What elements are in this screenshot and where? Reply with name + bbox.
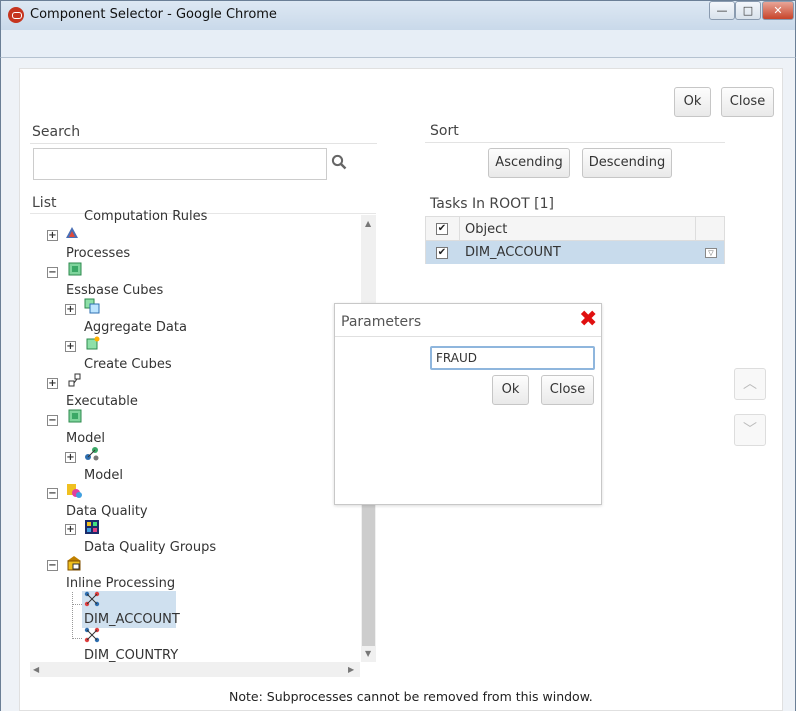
tree-item-essbase-cubes[interactable]: Essbase Cubes — [66, 283, 163, 298]
tree-item-dim-account[interactable]: DIM_ACCOUNT — [84, 612, 180, 627]
tree-item-create-cubes[interactable]: Create Cubes — [84, 357, 172, 372]
collapse-icon[interactable]: − — [47, 267, 58, 278]
scroll-down-arrow[interactable]: ▼ — [365, 649, 371, 658]
executable-icon — [68, 373, 82, 387]
inline-processing-icon — [66, 555, 81, 571]
move-down-button[interactable]: ﹀ — [734, 414, 766, 446]
expand-icon[interactable]: + — [65, 341, 76, 352]
address-bar — [0, 30, 796, 58]
tree-item-model[interactable]: Model — [84, 468, 123, 483]
list-heading: List — [32, 195, 57, 211]
expand-icon[interactable]: + — [65, 452, 76, 463]
model-folder-icon — [68, 409, 82, 423]
column-header-object: Object — [465, 222, 508, 237]
expand-icon[interactable]: + — [65, 304, 76, 315]
sort-divider — [425, 142, 725, 143]
parameters-dialog: Parameters ✖ Ok Close — [334, 303, 602, 505]
search-input[interactable] — [33, 148, 327, 180]
close-icon[interactable]: ✖ — [579, 307, 597, 333]
expand-icon[interactable]: + — [47, 230, 58, 241]
tree-item-data-quality[interactable]: Data Quality — [66, 504, 148, 519]
dialog-divider — [335, 336, 601, 337]
scroll-up-arrow[interactable]: ▲ — [365, 219, 371, 228]
move-up-button[interactable]: ︿ — [734, 368, 766, 400]
scroll-right-arrow[interactable]: ▶ — [348, 665, 354, 674]
tree-item-inline-processing[interactable]: Inline Processing — [66, 576, 175, 591]
tree-item-aggregate-data[interactable]: Aggregate Data — [84, 320, 187, 335]
search-icon[interactable] — [331, 154, 347, 170]
tree-connector — [72, 592, 73, 639]
minimize-button[interactable]: — — [709, 1, 735, 20]
tree-item-dim-country[interactable]: DIM_COUNTRY — [84, 648, 178, 663]
row-checkbox[interactable]: ✔ — [436, 247, 448, 259]
collapse-icon[interactable]: − — [47, 560, 58, 571]
row-menu-icon[interactable]: ▽ — [705, 248, 717, 258]
dim-account-icon — [84, 591, 100, 607]
close-button[interactable]: Close — [721, 87, 774, 117]
scroll-left-arrow[interactable]: ◀ — [33, 665, 39, 674]
expand-icon[interactable]: + — [47, 378, 58, 389]
ascending-button[interactable]: Ascending — [488, 148, 570, 178]
processes-icon — [65, 226, 79, 240]
ok-button[interactable]: Ok — [674, 87, 711, 117]
tree-connector — [72, 604, 82, 605]
search-divider — [30, 143, 377, 144]
data-quality-groups-icon — [84, 519, 99, 534]
aggregate-data-icon — [84, 298, 100, 314]
dialog-ok-button[interactable]: Ok — [492, 375, 529, 405]
task-object-cell: DIM_ACCOUNT — [465, 245, 561, 260]
dialog-close-button[interactable]: Close — [541, 375, 594, 405]
tree-item-computation-rules[interactable]: Computation Rules — [84, 209, 207, 224]
collapse-icon[interactable]: − — [47, 488, 58, 499]
maximize-button[interactable]: □ — [735, 1, 761, 20]
data-quality-icon — [66, 483, 82, 498]
footer-note: Note: Subprocesses cannot be removed fro… — [229, 689, 593, 704]
create-cubes-icon — [86, 336, 100, 350]
sort-heading: Sort — [430, 123, 459, 139]
tree-item-data-quality-groups[interactable]: Data Quality Groups — [84, 540, 216, 555]
search-heading: Search — [32, 124, 81, 140]
select-all-checkbox[interactable]: ✔ — [436, 223, 448, 235]
tasks-table: ✔ Object ✔ DIM_ACCOUNT ▽ — [425, 216, 725, 264]
dim-country-icon — [84, 627, 100, 643]
dialog-title: Parameters — [341, 314, 422, 330]
tasks-heading: Tasks In ROOT [1] — [430, 196, 555, 212]
model-icon — [84, 446, 99, 461]
collapse-icon[interactable]: − — [47, 415, 58, 426]
parameter-input[interactable] — [430, 346, 595, 370]
tree-horizontal-scrollbar[interactable] — [30, 662, 360, 677]
tree-connector — [72, 638, 82, 639]
chrome-app-icon — [8, 7, 24, 23]
tree-scroll-thumb[interactable] — [362, 503, 375, 646]
descending-button[interactable]: Descending — [582, 148, 672, 178]
tree-item-executable[interactable]: Executable — [66, 394, 138, 409]
window-title: Component Selector - Google Chrome — [30, 7, 277, 22]
essbase-cube-icon — [68, 262, 82, 276]
tree-item-model-group[interactable]: Model — [66, 431, 105, 446]
expand-icon[interactable]: + — [65, 524, 76, 535]
tree-item-processes[interactable]: Processes — [66, 246, 130, 261]
close-window-button[interactable]: ✕ — [762, 1, 794, 20]
